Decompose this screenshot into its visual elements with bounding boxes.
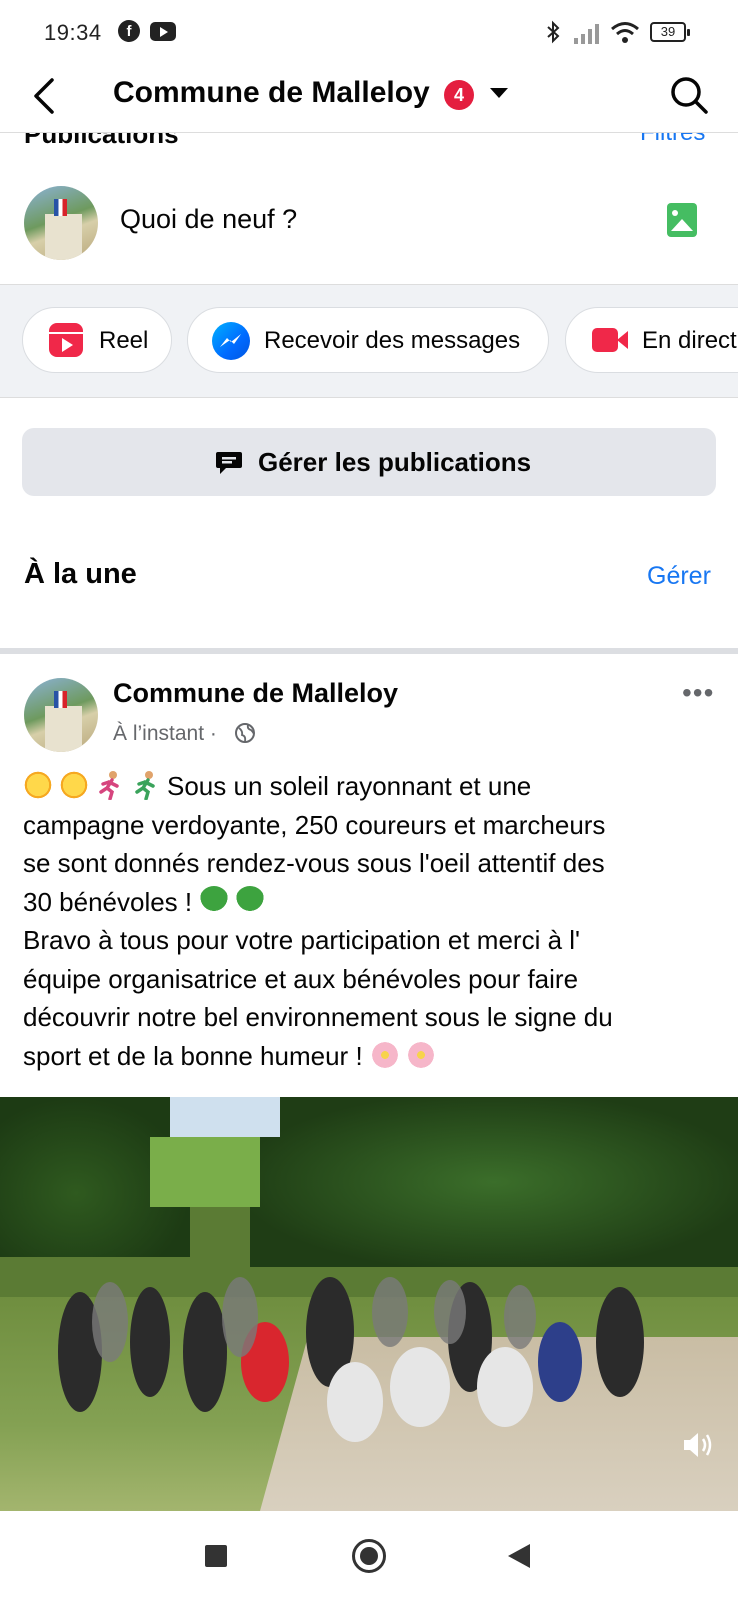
message-bubble-icon [216,452,242,474]
reel-label: Reel [99,327,149,354]
chevron-down-icon[interactable] [490,88,508,98]
post-text-line: Bravo à tous pour votre participation et… [23,925,581,955]
post-composer: Quoi de neuf ? [0,144,738,284]
messenger-icon [212,322,250,360]
post-line: Sous un soleil rayonnant et une [23,767,723,806]
tree-emoji-icon [199,885,230,916]
post-line: sport et de la bonne humeur ! [23,1037,723,1076]
divider [0,648,738,654]
flower-emoji-icon [369,1039,400,1070]
post-author-name[interactable]: Commune de Malleloy [113,678,398,709]
runner-emoji-icon [135,771,155,800]
post-video[interactable] [0,1097,738,1511]
home-icon[interactable] [352,1539,386,1573]
scrolled-section-header: Publications Filtres [0,132,738,144]
page-header: Commune de Malleloy 4 [0,62,738,132]
photo-icon[interactable] [667,203,697,237]
post-text-line: Sous un soleil rayonnant et une [167,771,532,801]
publications-heading: Publications [24,133,179,144]
bluetooth-icon [547,20,560,44]
youtube-icon [150,22,176,41]
status-bar: 19:34 f 39 [0,0,738,62]
post-text-line: 30 bénévoles ! [23,886,193,917]
reel-icon [49,323,83,357]
facebook-icon: f [118,20,140,42]
battery-icon: 39 [650,22,690,42]
featured-heading: À la une [24,558,137,590]
back-icon[interactable] [508,1544,530,1568]
live-label: En direct [642,327,737,354]
receive-messages-button[interactable]: Recevoir des messages [187,307,549,373]
messages-label: Recevoir des messages [264,327,521,354]
post-line: 30 bénévoles ! [23,883,723,922]
page-title[interactable]: Commune de Malleloy [113,76,430,110]
live-button[interactable]: En direct [565,307,738,373]
post-text-line: équipe organisatrice et aux bénévoles po… [23,963,579,994]
post-text-line: campagne verdoyante, 250 coureurs et mar… [23,809,606,840]
system-nav-bar [0,1511,738,1600]
featured-manage-link[interactable]: Gérer [647,562,711,591]
search-icon[interactable] [668,74,710,116]
post-author-avatar[interactable] [24,678,98,752]
reel-button[interactable]: Reel [22,307,172,373]
more-options-icon[interactable]: ••• [682,679,714,707]
quick-actions: Reel Recevoir des messages En direct [0,284,738,398]
manage-posts-label: Gérer les publications [258,447,532,477]
post-text-line: sport et de la bonne humeur ! [23,1040,363,1071]
composer-input[interactable]: Quoi de neuf ? [120,204,297,235]
notification-badge: 4 [444,80,474,110]
video-camera-icon [592,328,628,352]
wifi-icon [611,22,639,43]
flower-emoji-icon [405,1039,436,1070]
post-timestamp[interactable]: À l’instant · [113,722,217,746]
signal-icon [574,24,599,44]
sun-emoji-icon [23,770,53,800]
volume-icon[interactable] [680,1427,716,1463]
post-text-line: se sont donnés rendez-vous sous l'oeil a… [23,848,605,878]
runners-crowd-image [58,1277,644,1442]
post-body: Sous un soleil rayonnant et une campagne… [23,767,723,1075]
sun-emoji-icon [59,770,89,800]
back-arrow-icon[interactable] [28,76,64,116]
globe-icon [235,723,255,743]
runner-emoji-icon [99,771,119,800]
tree-emoji-icon [235,885,266,916]
recent-apps-icon[interactable] [205,1545,227,1567]
filters-link[interactable]: Filtres [640,133,705,144]
status-time: 19:34 [44,20,102,45]
avatar[interactable] [24,186,98,260]
manage-posts-button[interactable]: Gérer les publications [22,428,716,496]
post-text-line: découvrir notre bel environnement sous l… [23,1002,613,1032]
